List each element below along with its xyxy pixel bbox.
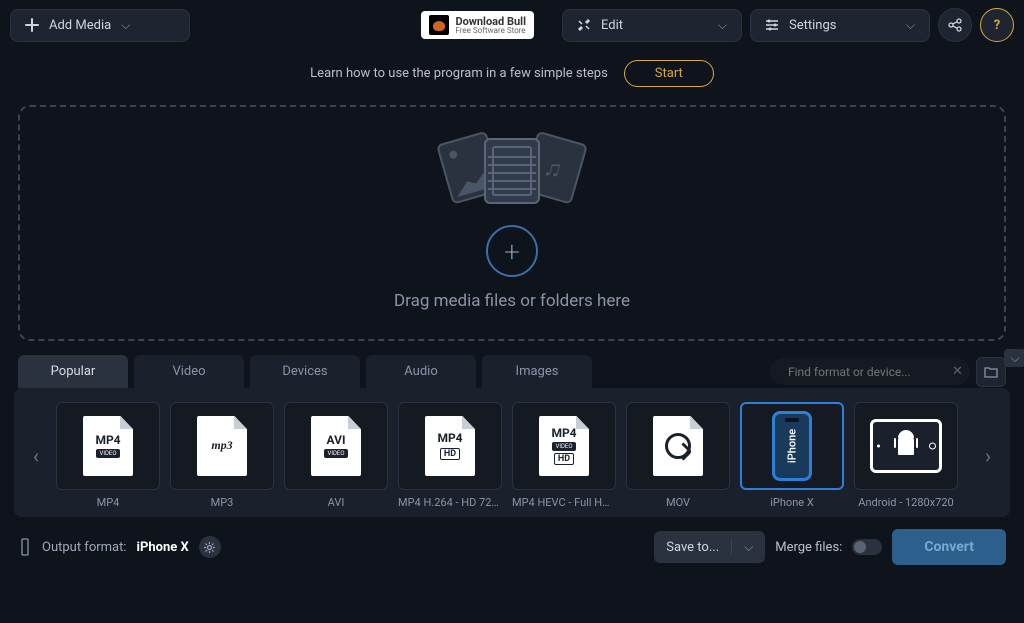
format-mp4-hevc[interactable]: MP4VIDEOHD MP4 HEVC - Full HD 1... xyxy=(512,402,616,509)
search-box[interactable]: ✕ xyxy=(770,358,970,385)
chevron-down-icon: ⌵ xyxy=(906,18,915,33)
format-label: MP3 xyxy=(211,496,234,509)
share-icon xyxy=(948,18,962,32)
format-label: MOV xyxy=(666,496,690,509)
output-format-label: Output format: xyxy=(42,540,127,555)
format-panel: ‹ MP4VIDEO MP4 mp3 MP3 AVIVIDEO AVI MP4H… xyxy=(14,388,1010,517)
footer-bar: Output format: iPhone X Save to... ⌵ Mer… xyxy=(0,517,1024,577)
chevron-down-icon: ⌵ xyxy=(744,540,753,555)
format-label: Android - 1280x720 xyxy=(858,496,953,509)
tab-images[interactable]: Images xyxy=(482,355,592,388)
top-toolbar: Add Media ⌵ Download Bull Free Software … xyxy=(0,0,1024,50)
tab-audio[interactable]: Audio xyxy=(366,355,476,388)
add-files-button[interactable]: + xyxy=(486,225,538,277)
plus-icon: + xyxy=(504,235,520,268)
avi-file-icon: AVIVIDEO xyxy=(311,416,361,476)
tab-popular[interactable]: Popular xyxy=(18,355,128,388)
settings-button[interactable]: Settings ⌵ xyxy=(750,9,930,42)
tab-video[interactable]: Video xyxy=(134,355,244,388)
format-mp4[interactable]: MP4VIDEO MP4 xyxy=(56,402,160,509)
merge-files-label: Merge files: xyxy=(775,540,842,555)
collapse-toggle[interactable]: ⌵ xyxy=(1004,349,1024,367)
format-android[interactable]: Android - 1280x720 xyxy=(854,402,958,509)
mp4hevc-file-icon: MP4VIDEOHD xyxy=(539,416,589,476)
add-media-button[interactable]: Add Media ⌵ xyxy=(10,9,190,42)
dropzone[interactable]: + Drag media files or folders here xyxy=(18,105,1006,341)
media-icons-group xyxy=(432,135,592,207)
tab-devices[interactable]: Devices xyxy=(250,355,360,388)
bull-icon xyxy=(429,15,449,35)
output-format-value: iPhone X xyxy=(137,540,189,555)
tutorial-banner: Learn how to use the program in a few si… xyxy=(0,50,1024,97)
settings-label: Settings xyxy=(789,18,836,33)
logo: Download Bull Free Software Store xyxy=(421,11,534,39)
format-label: MP4 HEVC - Full HD 1... xyxy=(512,496,616,509)
android-tablet-icon xyxy=(870,419,942,473)
format-mov[interactable]: MOV xyxy=(626,402,730,509)
banner-text: Learn how to use the program in a few si… xyxy=(310,66,608,81)
format-tabs: Popular Video Devices Audio Images ✕ ⌵ xyxy=(0,355,1024,388)
mp4hd-file-icon: MP4HD xyxy=(425,416,475,476)
output-settings-button[interactable] xyxy=(199,536,221,558)
format-iphone-x[interactable]: iPhone X xyxy=(740,402,844,509)
format-list: MP4VIDEO MP4 mp3 MP3 AVIVIDEO AVI MP4HD … xyxy=(56,402,968,509)
save-to-button[interactable]: Save to... ⌵ xyxy=(654,531,765,563)
save-to-label: Save to... xyxy=(666,540,719,555)
convert-button[interactable]: Convert xyxy=(892,529,1006,565)
gear-icon xyxy=(203,541,216,554)
mov-file-icon xyxy=(653,416,703,476)
mp3-file-icon: mp3 xyxy=(197,416,247,476)
format-label: MP4 xyxy=(97,496,120,509)
scroll-right-button[interactable]: › xyxy=(974,444,1002,468)
add-media-label: Add Media xyxy=(49,18,111,33)
plus-icon xyxy=(25,18,39,32)
iphone-icon xyxy=(772,411,812,481)
info-icon[interactable] xyxy=(18,538,32,556)
search-input[interactable] xyxy=(788,365,944,379)
format-label: AVI xyxy=(328,496,345,509)
chevron-down-icon: ⌵ xyxy=(1010,351,1019,366)
edit-button[interactable]: Edit ⌵ xyxy=(562,9,742,42)
folder-icon xyxy=(984,366,998,378)
folder-button[interactable] xyxy=(976,357,1006,387)
format-mp4-h264[interactable]: MP4HD MP4 H.264 - HD 720p xyxy=(398,402,502,509)
start-button[interactable]: Start xyxy=(624,60,714,87)
sliders-icon xyxy=(765,18,779,32)
merge-files-toggle[interactable] xyxy=(852,539,882,555)
chevron-down-icon: ⌵ xyxy=(121,18,130,33)
tools-icon xyxy=(577,18,591,32)
scroll-left-button[interactable]: ‹ xyxy=(22,444,50,468)
clear-search-icon[interactable]: ✕ xyxy=(952,364,963,379)
format-mp3[interactable]: mp3 MP3 xyxy=(170,402,274,509)
logo-line1: Download Bull xyxy=(455,16,526,27)
help-icon: ? xyxy=(994,18,1000,33)
logo-line2: Free Software Store xyxy=(455,27,526,35)
video-icon xyxy=(484,138,540,204)
format-label: iPhone X xyxy=(770,496,813,509)
format-avi[interactable]: AVIVIDEO AVI xyxy=(284,402,388,509)
edit-label: Edit xyxy=(601,18,623,33)
mp4-file-icon: MP4VIDEO xyxy=(83,416,133,476)
help-button[interactable]: ? xyxy=(980,8,1014,42)
format-label: MP4 H.264 - HD 720p xyxy=(398,496,502,509)
dropzone-text: Drag media files or folders here xyxy=(394,291,630,311)
chevron-down-icon: ⌵ xyxy=(718,18,727,33)
share-button[interactable] xyxy=(938,8,972,42)
